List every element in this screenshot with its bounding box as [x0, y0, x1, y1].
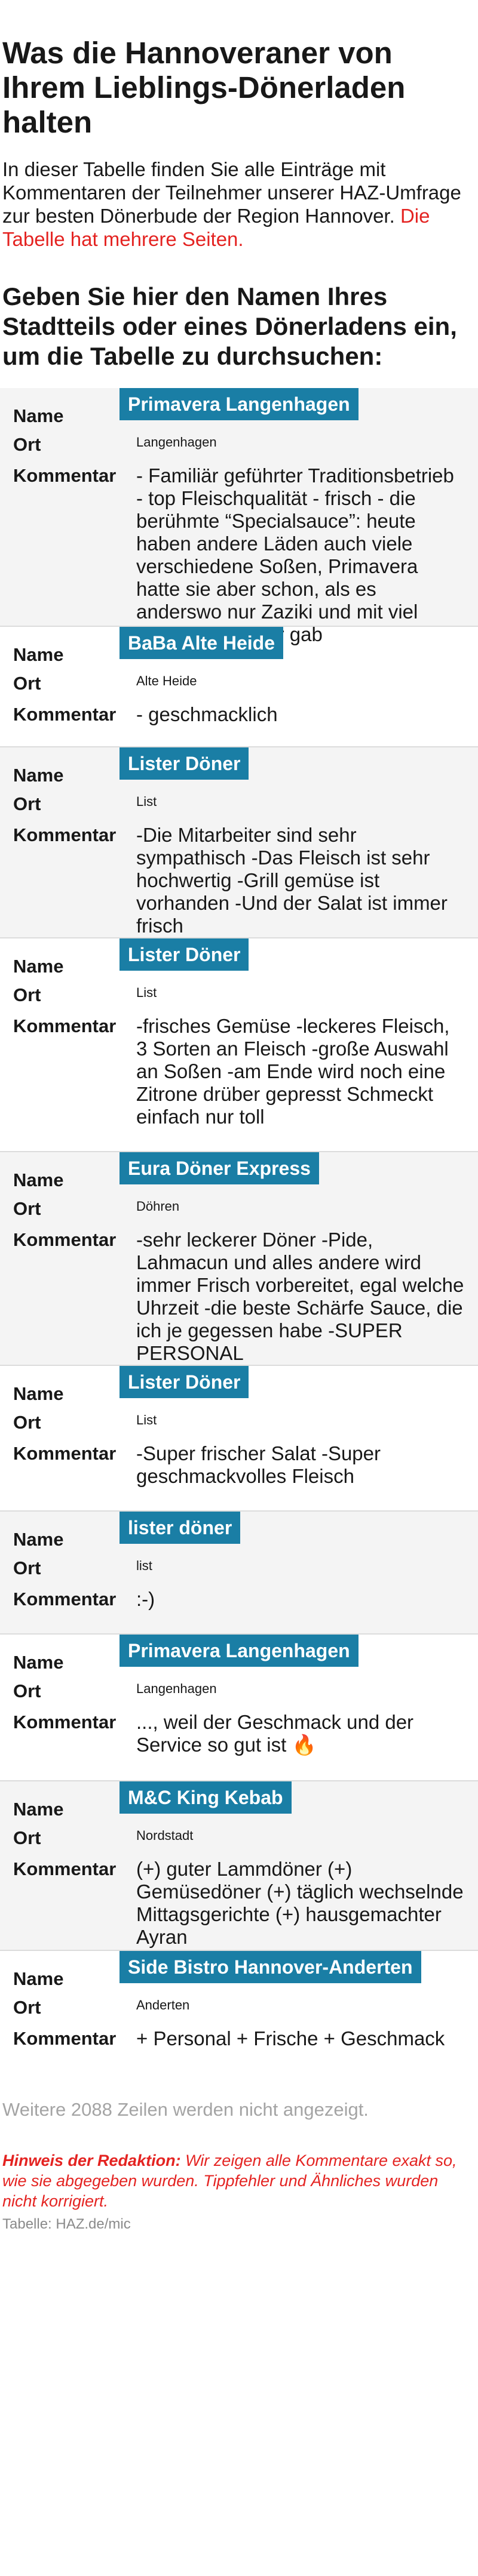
table-row: Side Bistro Hannover-Anderten Name Ort A…	[0, 1951, 478, 2073]
table-row: Lister Döner Name Ort List Kommentar -Su…	[0, 1366, 478, 1512]
ort-label: Ort	[13, 984, 41, 1005]
ort-label: Ort	[13, 1681, 41, 1701]
kommentar-label: Kommentar	[13, 824, 117, 845]
name-label: Name	[13, 1799, 64, 1820]
table-row: Eura Döner Express Name Ort Döhren Komme…	[0, 1152, 478, 1366]
intro-body: In dieser Tabelle finden Sie alle Einträ…	[2, 158, 461, 227]
page-title: Was die Hannoveraner von Ihrem Lieblings…	[2, 36, 406, 139]
name-label: Name	[13, 1652, 64, 1673]
editor-note: Hinweis der Redaktion: Wir zeigen alle K…	[2, 2150, 476, 2211]
table-row: M&C King Kebab Name Ort Nordstadt Kommen…	[0, 1781, 478, 1951]
name-badge: Primavera Langenhagen	[120, 388, 358, 420]
table-row: Primavera Langenhagen Name Ort Langenhag…	[0, 1635, 478, 1781]
kommentar-value: -frisches Gemüse -leckeres Fleisch, 3 So…	[136, 1015, 450, 1128]
name-label: Name	[13, 765, 64, 786]
kommentar-label: Kommentar	[13, 1229, 117, 1250]
kommentar-value: + Personal + Frische + Geschmack	[136, 2027, 445, 2049]
name-badge: M&C King Kebab	[120, 1781, 292, 1814]
name-badge: Lister Döner	[120, 938, 249, 971]
source-credit: Tabelle: HAZ.de/mic	[2, 2216, 131, 2232]
kommentar-label: Kommentar	[13, 465, 117, 486]
ort-value: Nordstadt	[136, 1828, 194, 1843]
ort-value: Alte Heide	[136, 673, 197, 688]
table-row: BaBa Alte Heide Name Ort Alte Heide Komm…	[0, 627, 478, 747]
name-label: Name	[13, 1169, 64, 1190]
name-label: Name	[13, 644, 64, 665]
name-label: Name	[13, 1383, 64, 1404]
ort-label: Ort	[13, 793, 41, 814]
kommentar-label: Kommentar	[13, 1589, 117, 1609]
table-row: Primavera Langenhagen Name Ort Langenhag…	[0, 388, 478, 645]
name-badge: Primavera Langenhagen	[120, 1635, 358, 1667]
ort-value: Langenhagen	[136, 435, 217, 450]
name-badge: Side Bistro Hannover-Anderten	[120, 1951, 421, 1983]
name-badge: lister döner	[120, 1512, 241, 1544]
ort-value: List	[136, 985, 157, 1000]
name-label: Name	[13, 956, 64, 977]
search-heading: Geben Sie hier den Namen Ihres Stadtteil…	[2, 282, 457, 370]
kommentar-label: Kommentar	[13, 1712, 117, 1732]
ort-label: Ort	[13, 1198, 41, 1219]
kommentar-value: :-)	[136, 1588, 155, 1610]
table-row: lister döner Name Ort list Kommentar :-)	[0, 1512, 478, 1635]
name-badge: Lister Döner	[120, 747, 249, 780]
kommentar-value: - Familiär geführter Traditionsbetrieb -…	[136, 464, 454, 645]
name-badge: Eura Döner Express	[120, 1152, 319, 1184]
kommentar-value: (+) guter Lammdöner (+) Gemüsedöner (+) …	[136, 1858, 464, 1948]
name-badge: BaBa Alte Heide	[120, 627, 283, 659]
ort-value: List	[136, 794, 157, 809]
ort-value: list	[136, 1558, 152, 1573]
kommentar-value: ..., weil der Geschmack und der Service …	[136, 1711, 414, 1756]
more-rows-note: Weitere 2088 Zeilen werden nicht angezei…	[2, 2099, 369, 2120]
name-label: Name	[13, 1529, 64, 1550]
kommentar-value: -Die Mitarbeiter sind sehr sympathisch -…	[136, 824, 448, 937]
ort-value: Langenhagen	[136, 1681, 217, 1696]
kommentar-label: Kommentar	[13, 1443, 117, 1464]
comments-table: Primavera Langenhagen Name Ort Langenhag…	[0, 388, 478, 2073]
ort-label: Ort	[13, 1558, 41, 1578]
page: Was die Hannoveraner von Ihrem Lieblings…	[0, 0, 478, 2233]
kommentar-value: -Super frischer Salat -Super geschmackvo…	[136, 1442, 381, 1487]
name-badge: Lister Döner	[120, 1366, 249, 1398]
ort-label: Ort	[13, 1412, 41, 1433]
table-row: Lister Döner Name Ort List Kommentar -fr…	[0, 938, 478, 1152]
ort-label: Ort	[13, 434, 41, 455]
kommentar-label: Kommentar	[13, 704, 117, 725]
name-label: Name	[13, 1968, 64, 1989]
editor-note-label: Hinweis der Redaktion:	[2, 2152, 181, 2169]
ort-label: Ort	[13, 673, 41, 694]
kommentar-label: Kommentar	[13, 1858, 117, 1879]
kommentar-value: -sehr leckerer Döner -Pide, Lahmacun und…	[136, 1229, 464, 1364]
ort-value: Döhren	[136, 1199, 180, 1214]
ort-label: Ort	[13, 1997, 41, 2018]
kommentar-label: Kommentar	[13, 2028, 117, 2049]
intro-text: In dieser Tabelle finden Sie alle Einträ…	[2, 158, 476, 251]
ort-value: Anderten	[136, 1998, 190, 2012]
table-row: Lister Döner Name Ort List Kommentar -Di…	[0, 747, 478, 938]
ort-label: Ort	[13, 1827, 41, 1848]
name-label: Name	[13, 405, 64, 426]
kommentar-label: Kommentar	[13, 1015, 117, 1036]
kommentar-value: - geschmacklich	[136, 703, 278, 725]
ort-value: List	[136, 1412, 157, 1427]
